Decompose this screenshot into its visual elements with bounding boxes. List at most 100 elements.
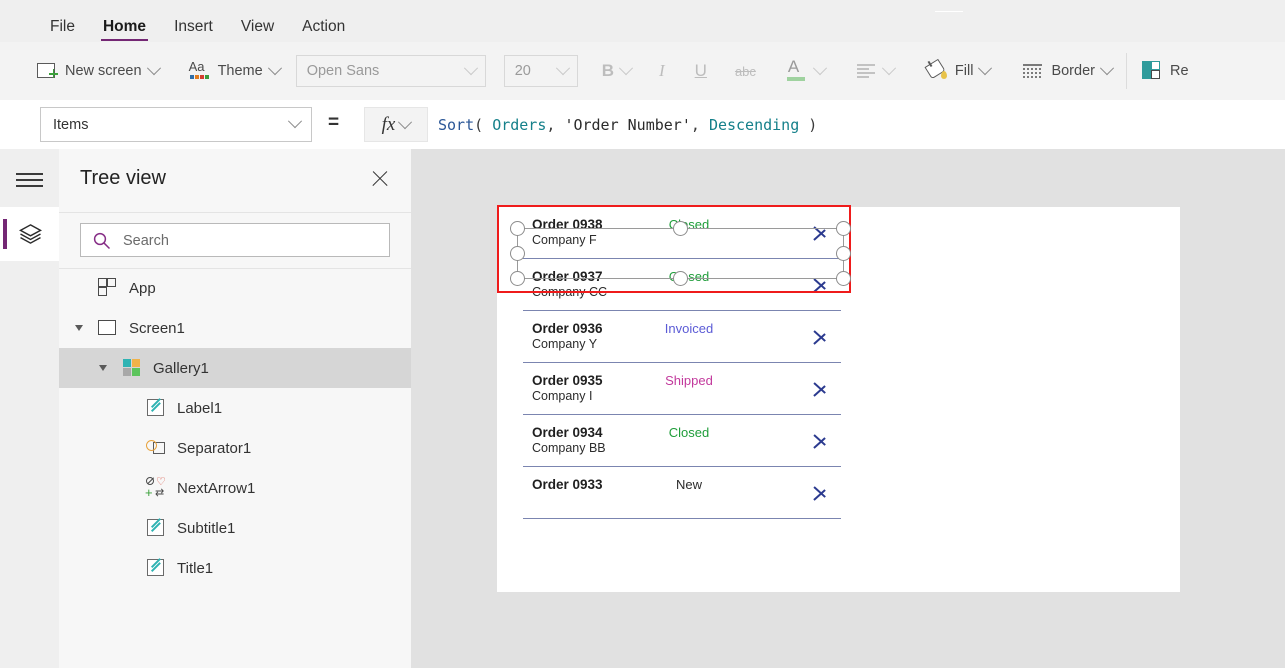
menu-item-action[interactable]: Action	[288, 12, 359, 42]
font-name-value: Open Sans	[306, 63, 380, 79]
border-label: Border	[1051, 63, 1095, 79]
chevron-down-icon	[287, 114, 303, 129]
chevron-down-icon	[398, 114, 413, 129]
font-color-icon: A	[786, 57, 808, 82]
menu-bar: File Home Insert View Action	[0, 12, 1285, 42]
resize-handle-bottom-left[interactable]	[510, 271, 525, 286]
close-icon[interactable]	[369, 168, 391, 190]
hamburger-menu-icon[interactable]	[16, 173, 43, 188]
reorder-button[interactable]: Re	[1133, 42, 1197, 100]
font-color-letter: A	[787, 57, 800, 76]
tree-view-panel: Tree view Search App Screen1 Gallery1 Label…	[59, 149, 412, 668]
app-screen: Order 0938 Company F Closed Order 0937 Compa…	[497, 205, 1180, 592]
tree-item-label: Separator1	[177, 439, 252, 457]
chevron-down-icon	[463, 61, 478, 76]
rail-item-tree-view[interactable]	[0, 207, 59, 261]
align-button[interactable]	[847, 42, 902, 100]
resize-handle-middle-left[interactable]	[510, 246, 525, 261]
tree-item-label: Screen1	[129, 319, 185, 337]
chevron-down-icon	[978, 61, 993, 76]
fill-button[interactable]: Fill	[918, 42, 999, 100]
font-size-value: 20	[514, 63, 531, 79]
tree-item-label: Title1	[177, 559, 214, 577]
formula-input[interactable]: Sort( Orders, 'Order Number', Descending…	[438, 107, 1285, 142]
strikethrough-label: abc	[734, 63, 756, 79]
bold-button[interactable]: B	[594, 42, 639, 100]
active-indicator	[3, 219, 7, 249]
next-arrow-icon: ♡ + ⇄	[145, 476, 166, 500]
reorder-label: Re	[1169, 63, 1189, 79]
tree-item-label: NextArrow1	[177, 479, 256, 497]
resize-handle-bottom-right[interactable]	[836, 271, 851, 286]
resize-handle-bottom-center[interactable]	[673, 271, 688, 286]
tree-item-app[interactable]: App	[59, 268, 411, 308]
underline-label: U	[694, 61, 707, 80]
font-size-select[interactable]: 20	[503, 55, 578, 87]
caret-expanded-icon[interactable]	[99, 365, 107, 371]
italic-button[interactable]: I	[651, 42, 673, 100]
search-input[interactable]: Search	[80, 223, 390, 257]
chevron-down-icon	[267, 61, 282, 76]
chevron-down-icon	[1099, 61, 1115, 76]
border-button[interactable]: Border	[1014, 42, 1120, 100]
formula-token-pun: )	[799, 115, 818, 134]
tree-item-screen1[interactable]: Screen1	[59, 308, 411, 348]
align-icon	[855, 60, 877, 82]
equals-sign: =	[328, 112, 340, 133]
underline-button[interactable]: U	[687, 42, 715, 100]
font-color-button[interactable]: A	[778, 42, 833, 100]
formula-token-tbl: Orders	[492, 115, 547, 134]
tree-item-gallery1[interactable]: Gallery1	[59, 348, 411, 388]
font-name-select[interactable]: Open Sans	[295, 55, 486, 87]
tree-item-label1[interactable]: Label1	[59, 388, 411, 428]
fill-label: Fill	[954, 63, 974, 79]
formula-token-pun: ,	[690, 115, 709, 134]
new-screen-button[interactable]: New screen	[28, 42, 167, 100]
tree-item-label: Label1	[177, 399, 223, 417]
fx-button[interactable]: fx	[364, 107, 428, 142]
theme-icon: Aa	[189, 59, 211, 82]
new-screen-label: New screen	[65, 63, 142, 79]
reorder-icon	[1141, 60, 1163, 82]
resize-handle-top-right[interactable]	[836, 221, 851, 236]
menu-item-view[interactable]: View	[227, 12, 288, 42]
tree-item-label: Gallery1	[153, 359, 209, 377]
formula-token-str: 'Order Number'	[564, 115, 691, 134]
screen-icon	[97, 317, 119, 339]
property-select[interactable]: Items	[40, 107, 312, 142]
resize-handle-top-left[interactable]	[510, 221, 525, 236]
separator-icon	[145, 437, 167, 459]
chevron-down-icon	[618, 61, 634, 76]
canvas-area: Order 0938 Company F Closed Order 0937 Compa…	[411, 149, 1285, 668]
tree-item-separator1[interactable]: Separator1	[59, 428, 411, 468]
resize-handle-middle-right[interactable]	[836, 246, 851, 261]
search-icon	[93, 232, 111, 250]
tree-item-subtitle1[interactable]: Subtitle1	[59, 508, 411, 548]
caret-expanded-icon[interactable]	[75, 325, 83, 331]
strikethrough-button[interactable]: abc	[727, 42, 764, 100]
menu-item-file[interactable]: File	[36, 12, 89, 42]
label-icon	[145, 557, 167, 579]
bold-label: B	[601, 61, 614, 80]
formula-token-pun: (	[474, 115, 493, 134]
tree-item-title1[interactable]: Title1	[59, 548, 411, 588]
resize-handle-top-center[interactable]	[673, 221, 688, 236]
formula-token-fn: Sort	[438, 115, 475, 134]
tree-item-list: App Screen1 Gallery1 Label1 Separator1 ♡ + ⇄ Nex…	[59, 268, 411, 668]
tree-item-nextarrow1[interactable]: ♡ + ⇄ NextArrow1	[59, 468, 411, 508]
chevron-down-icon	[146, 61, 161, 76]
property-value: Items	[53, 116, 89, 133]
theme-button[interactable]: Aa Theme	[181, 42, 288, 100]
menu-item-list: File Home Insert View Action	[36, 12, 359, 42]
label-icon	[145, 517, 167, 539]
search-area: Search	[59, 212, 411, 269]
menu-item-insert[interactable]: Insert	[160, 12, 227, 42]
tree-view-title: Tree view	[80, 167, 166, 189]
power-apps-studio: File Home Insert View Action New screen Aa T…	[0, 0, 1285, 668]
fx-label: fx	[381, 113, 396, 135]
menu-item-home[interactable]: Home	[89, 12, 160, 42]
search-placeholder: Search	[123, 233, 169, 249]
title-bar-strip	[0, 0, 1285, 13]
selection-handles	[497, 207, 1180, 592]
ribbon-divider	[1125, 53, 1127, 89]
